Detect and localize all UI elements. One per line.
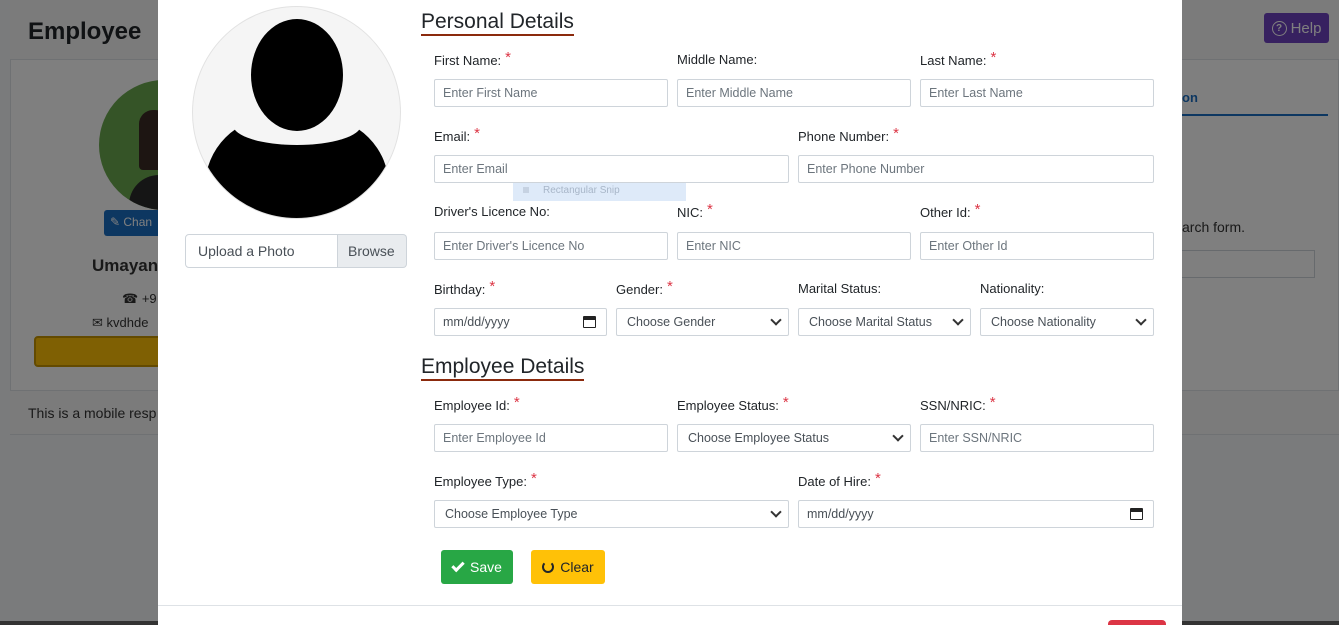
check-icon	[451, 558, 465, 572]
upload-photo-field[interactable]: Upload a Photo Browse	[185, 234, 407, 268]
save-button[interactable]: Save	[441, 550, 513, 584]
licence-input[interactable]: Enter Driver's Licence No	[434, 232, 668, 260]
employee-status-select[interactable]: Choose Employee Status	[677, 424, 911, 452]
browse-button[interactable]: Browse	[338, 234, 407, 268]
other-id-input[interactable]: Enter Other Id	[920, 232, 1154, 260]
first-name-input[interactable]: Enter First Name	[434, 79, 668, 107]
phone-label: Phone Number: *	[798, 125, 899, 144]
marital-status-label: Marital Status:	[798, 281, 882, 296]
other-id-label: Other Id: *	[920, 201, 981, 220]
nationality-label: Nationality:	[980, 281, 1045, 296]
nationality-select[interactable]: Choose Nationality	[980, 308, 1154, 336]
chevron-down-icon	[1135, 314, 1147, 326]
chevron-down-icon	[770, 506, 782, 518]
personal-details-heading: Personal Details	[421, 10, 574, 36]
calendar-icon[interactable]	[1130, 508, 1143, 520]
nic-input[interactable]: Enter NIC	[677, 232, 911, 260]
silhouette-head-icon	[251, 19, 343, 131]
chevron-down-icon	[952, 314, 964, 326]
last-name-label: Last Name: *	[920, 49, 997, 68]
redo-icon	[542, 561, 555, 573]
rectangular-snip-overlay: Rectangular Snip	[513, 183, 686, 201]
first-name-label: First Name: *	[434, 49, 512, 68]
save-label: Save	[470, 559, 502, 575]
gender-label: Gender: *	[616, 278, 673, 297]
birthday-label: Birthday: *	[434, 278, 496, 297]
employee-details-heading: Employee Details	[421, 355, 585, 381]
chevron-down-icon	[770, 314, 782, 326]
middle-name-input[interactable]: Enter Middle Name	[677, 79, 911, 107]
ssn-label: SSN/NRIC: *	[920, 394, 996, 413]
employee-type-select[interactable]: Choose Employee Type	[434, 500, 789, 528]
profile-photo-placeholder	[192, 6, 401, 219]
add-employee-modal: Upload a Photo Browse Personal Details F…	[158, 0, 1182, 625]
middle-name-label: Middle Name:	[677, 52, 758, 67]
phone-input[interactable]: Enter Phone Number	[798, 155, 1154, 183]
email-label: Email: *	[434, 125, 480, 144]
modal-footer-divider	[158, 605, 1182, 606]
hire-date-label: Date of Hire: *	[798, 470, 881, 489]
gender-select[interactable]: Choose Gender	[616, 308, 789, 336]
calendar-icon[interactable]	[583, 316, 596, 328]
employee-id-input[interactable]: Enter Employee Id	[434, 424, 668, 452]
clear-button[interactable]: Clear	[531, 550, 605, 584]
ssn-input[interactable]: Enter SSN/NRIC	[920, 424, 1154, 452]
nic-label: NIC: *	[677, 201, 713, 220]
licence-label: Driver's Licence No:	[434, 204, 550, 219]
email-input[interactable]: Enter Email	[434, 155, 789, 183]
employee-id-label: Employee Id: *	[434, 394, 520, 413]
employee-type-label: Employee Type: *	[434, 470, 537, 489]
hire-date-input[interactable]: mm/dd/yyyy	[798, 500, 1154, 528]
birthday-input[interactable]: mm/dd/yyyy	[434, 308, 607, 336]
upload-photo-label[interactable]: Upload a Photo	[185, 234, 338, 268]
clear-label: Clear	[560, 559, 594, 575]
modal-close-button-partial[interactable]	[1108, 620, 1166, 625]
marital-status-select[interactable]: Choose Marital Status	[798, 308, 971, 336]
chevron-down-icon	[892, 430, 904, 442]
last-name-input[interactable]: Enter Last Name	[920, 79, 1154, 107]
employee-status-label: Employee Status: *	[677, 394, 789, 413]
